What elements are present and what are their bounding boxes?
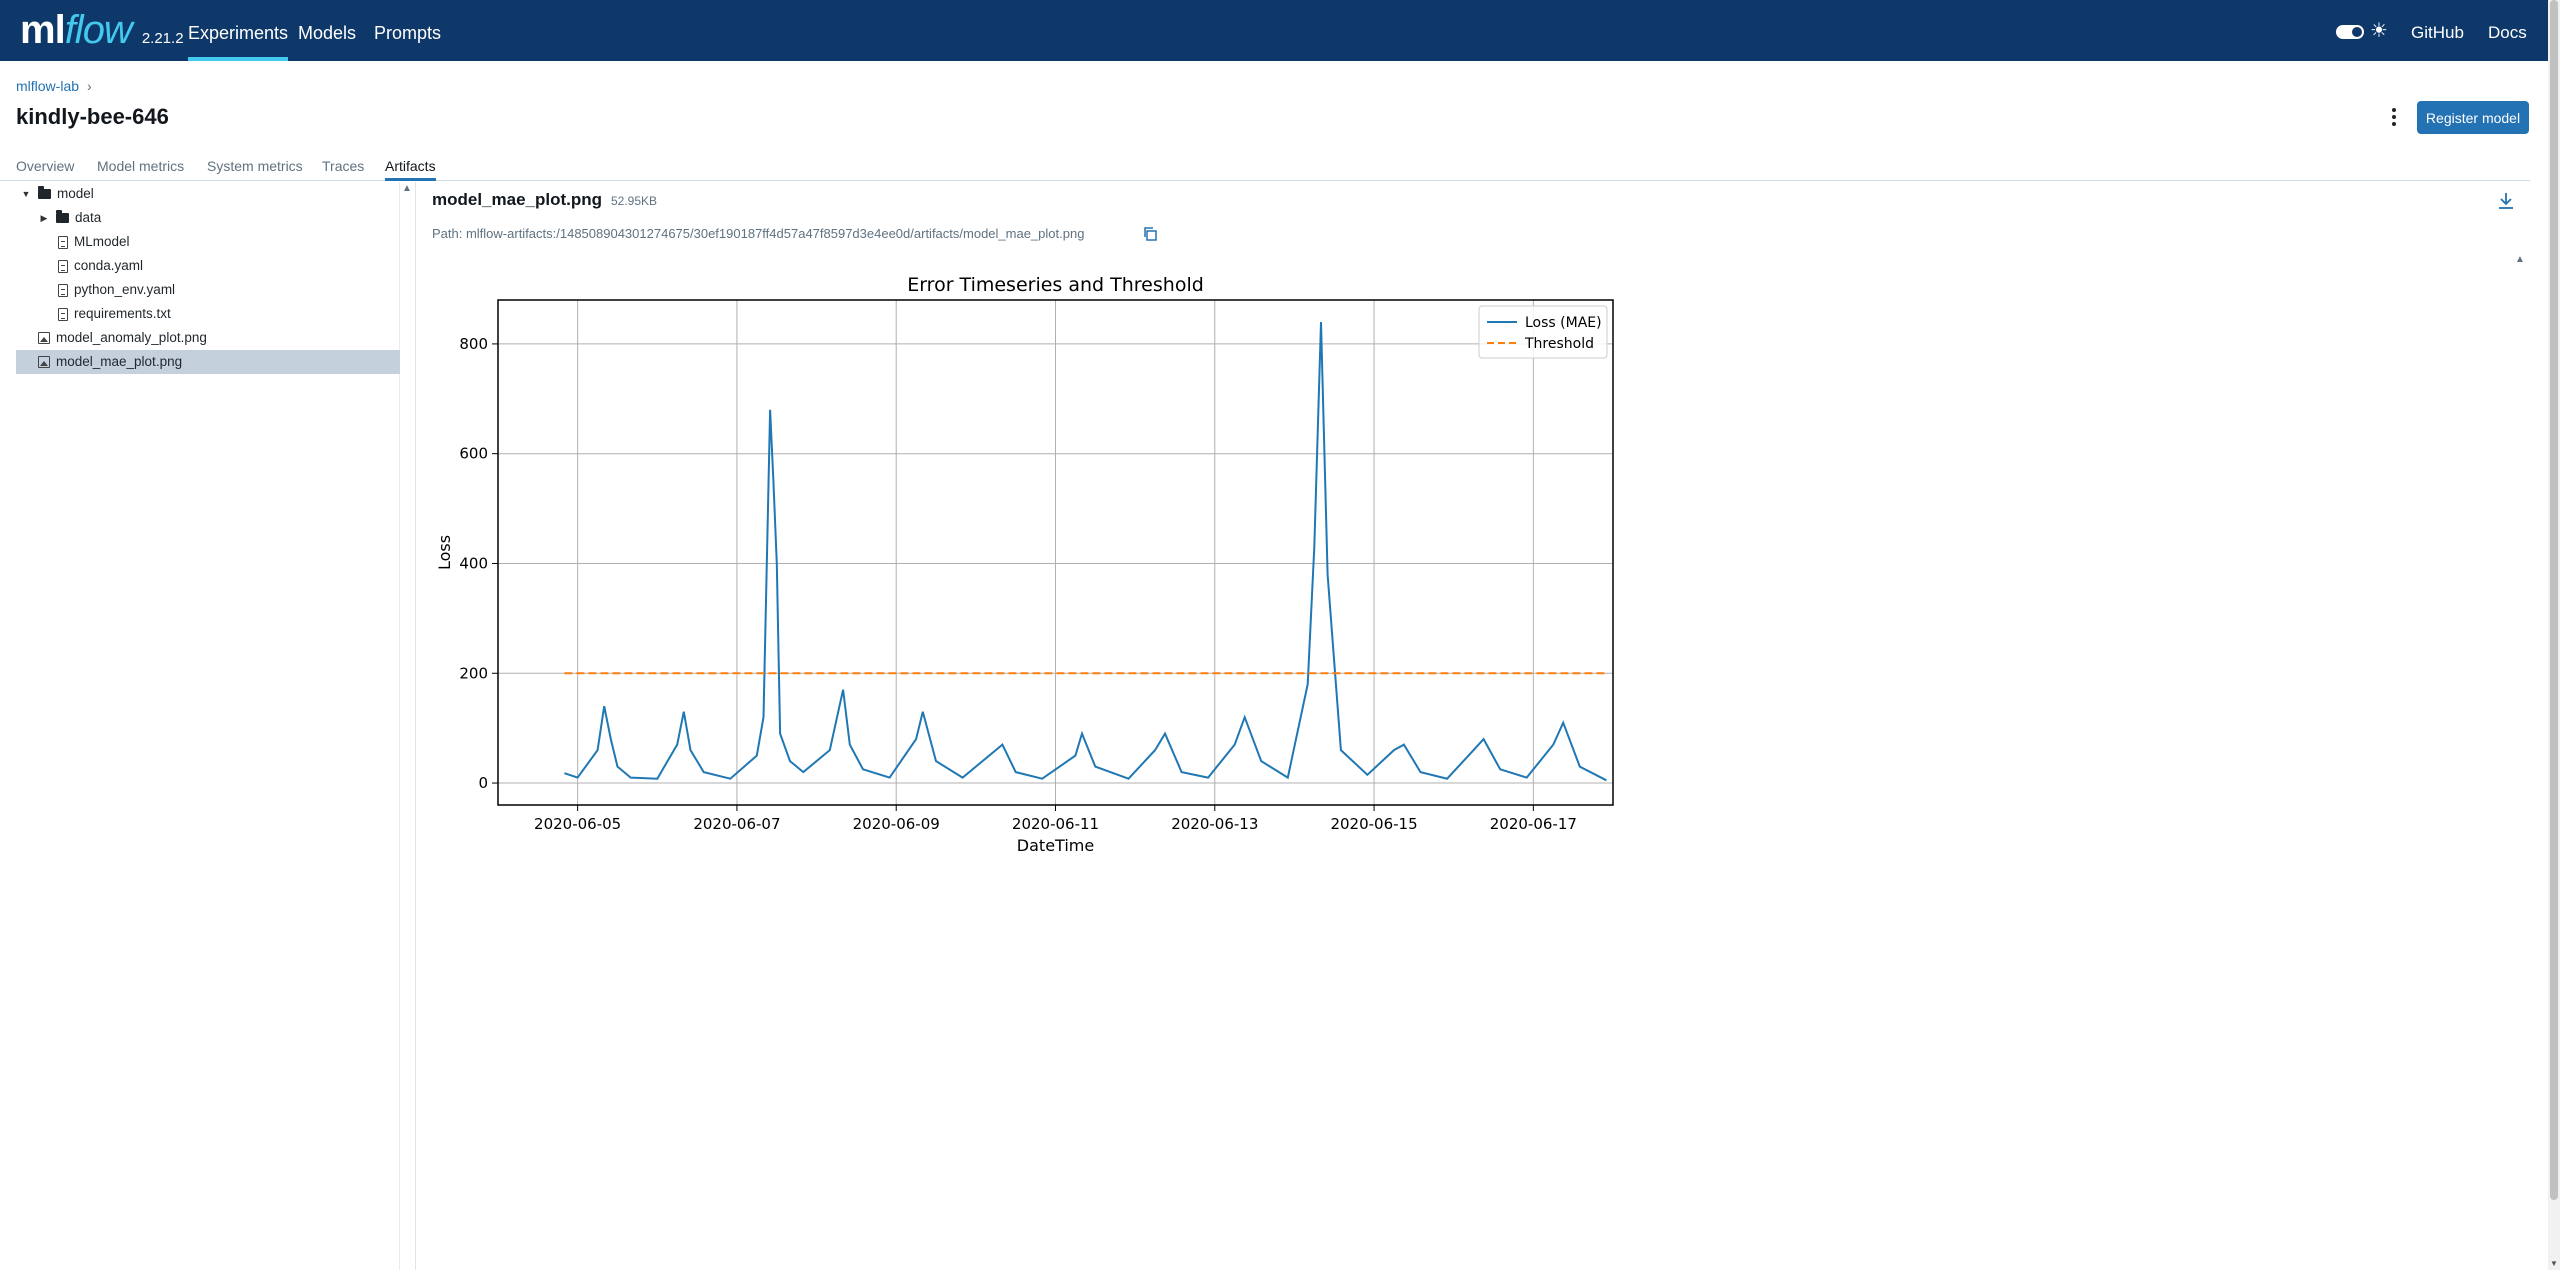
tree-item-model[interactable]: ▼ model — [16, 182, 400, 206]
tree-item-requirements[interactable]: requirements.txt — [16, 302, 400, 326]
tree-item-mlmodel[interactable]: MLmodel — [16, 230, 400, 254]
artifact-size: 52.95KB — [611, 194, 658, 208]
file-icon — [58, 259, 68, 273]
y-tick-label: 800 — [459, 335, 488, 353]
tree-item-label: model_mae_plot.png — [56, 354, 183, 369]
loss-mae-line — [564, 321, 1607, 782]
page-scrollbar[interactable]: ▲ ▼ — [2548, 0, 2560, 1270]
folder-icon — [56, 210, 69, 223]
file-icon — [58, 283, 68, 297]
scroll-up-icon[interactable]: ▲ — [2515, 254, 2525, 265]
tree-item-label: requirements.txt — [74, 306, 171, 321]
copy-icon[interactable] — [1142, 226, 1158, 242]
tab-system-metrics[interactable]: System metrics — [207, 158, 303, 181]
tree-item-label: python_env.yaml — [74, 282, 176, 297]
artifact-path: Path: mlflow-artifacts:/1485089043012746… — [432, 226, 1085, 241]
tree-item-label: data — [75, 210, 102, 225]
top-nav: ml flow 2.21.2 Experiments Models Prompt… — [0, 0, 2548, 61]
legend-label: Loss (MAE) — [1525, 315, 1602, 331]
scroll-down-icon[interactable]: ▼ — [2550, 1259, 2558, 1268]
scrollbar-thumb[interactable] — [2550, 0, 2558, 1200]
tree-item-data[interactable]: ▶ data — [16, 206, 400, 230]
caret-right-icon[interactable]: ▶ — [38, 206, 50, 230]
y-tick-label: 600 — [459, 445, 488, 463]
tree-item-anomaly-plot[interactable]: model_anomaly_plot.png — [16, 326, 400, 350]
artifact-name: model_mae_plot.png — [432, 190, 603, 209]
tab-artifacts[interactable]: Artifacts — [385, 158, 436, 181]
tree-item-label: model_anomaly_plot.png — [56, 330, 207, 345]
caret-down-icon[interactable]: ▼ — [20, 182, 32, 206]
x-tick-label: 2020-06-09 — [853, 815, 940, 833]
chart-legend: Loss (MAE) Threshold — [1478, 305, 1608, 359]
more-options-icon[interactable] — [2384, 104, 2404, 130]
nav-prompts[interactable]: Prompts — [374, 0, 441, 61]
page-title: kindly-bee-646 — [16, 104, 169, 129]
dark-mode-toggle[interactable] — [2336, 25, 2364, 39]
tab-bar: Overview Model metrics System metrics Tr… — [0, 150, 2530, 181]
nav-github[interactable]: GitHub — [2411, 0, 2464, 61]
y-tick-label: 400 — [459, 554, 488, 572]
tab-traces[interactable]: Traces — [322, 158, 364, 181]
breadcrumb: mlflow-lab › — [16, 78, 92, 94]
image-file-icon — [38, 356, 50, 368]
mae-chart: 2020-06-05 2020-06-07 2020-06-09 2020-06-11… — [435, 274, 1614, 855]
nav-models[interactable]: Models — [298, 0, 356, 61]
y-tick-label: 200 — [459, 664, 488, 682]
x-tick-label: 2020-06-15 — [1330, 815, 1417, 833]
tree-item-mae-plot[interactable]: model_mae_plot.png — [16, 350, 400, 374]
tab-overview[interactable]: Overview — [16, 158, 74, 181]
x-axis-label: DateTime — [1017, 836, 1094, 855]
download-icon[interactable] — [2496, 190, 2516, 212]
nav-experiments[interactable]: Experiments — [188, 0, 289, 61]
sun-icon: ☀ — [2370, 20, 2388, 42]
logo-flow: flow — [64, 8, 133, 52]
register-model-button[interactable]: Register model — [2417, 101, 2529, 134]
folder-icon — [38, 186, 51, 199]
scroll-up-icon[interactable]: ▲ — [400, 183, 414, 194]
artifact-image-preview: 2020-06-05 2020-06-07 2020-06-09 2020-06-11… — [432, 268, 1632, 858]
chevron-right-icon: › — [87, 78, 92, 94]
x-tick-label: 2020-06-07 — [693, 815, 780, 833]
tab-model-metrics[interactable]: Model metrics — [97, 158, 184, 181]
x-tick-label: 2020-06-11 — [1012, 815, 1099, 833]
x-tick-label: 2020-06-17 — [1490, 815, 1577, 833]
tree-item-label: conda.yaml — [74, 258, 144, 273]
x-tick-label: 2020-06-13 — [1171, 815, 1258, 833]
file-icon — [58, 235, 68, 249]
x-tick-label: 2020-06-05 — [534, 815, 621, 833]
tree-item-label: model — [57, 186, 94, 201]
artifact-tree: ▼ model ▶ data MLmodel conda.yaml python… — [16, 182, 400, 1270]
image-file-icon — [38, 332, 50, 344]
legend-label: Threshold — [1524, 336, 1594, 352]
tree-item-label: MLmodel — [74, 234, 130, 249]
panel-divider[interactable] — [415, 182, 416, 1270]
version-label: 2.21.2 — [141, 30, 184, 47]
nav-docs[interactable]: Docs — [2488, 0, 2527, 61]
chart-title: Error Timeseries and Threshold — [907, 274, 1204, 296]
breadcrumb-experiment-link[interactable]: mlflow-lab — [16, 78, 79, 94]
file-icon — [58, 307, 68, 321]
mlflow-logo[interactable]: ml flow 2.21.2 — [20, 4, 184, 56]
logo-ml: ml — [20, 8, 66, 52]
y-axis-label: Loss — [435, 535, 454, 570]
y-tick-label: 0 — [478, 774, 488, 792]
tree-item-python-env[interactable]: python_env.yaml — [16, 278, 400, 302]
tree-item-conda[interactable]: conda.yaml — [16, 254, 400, 278]
